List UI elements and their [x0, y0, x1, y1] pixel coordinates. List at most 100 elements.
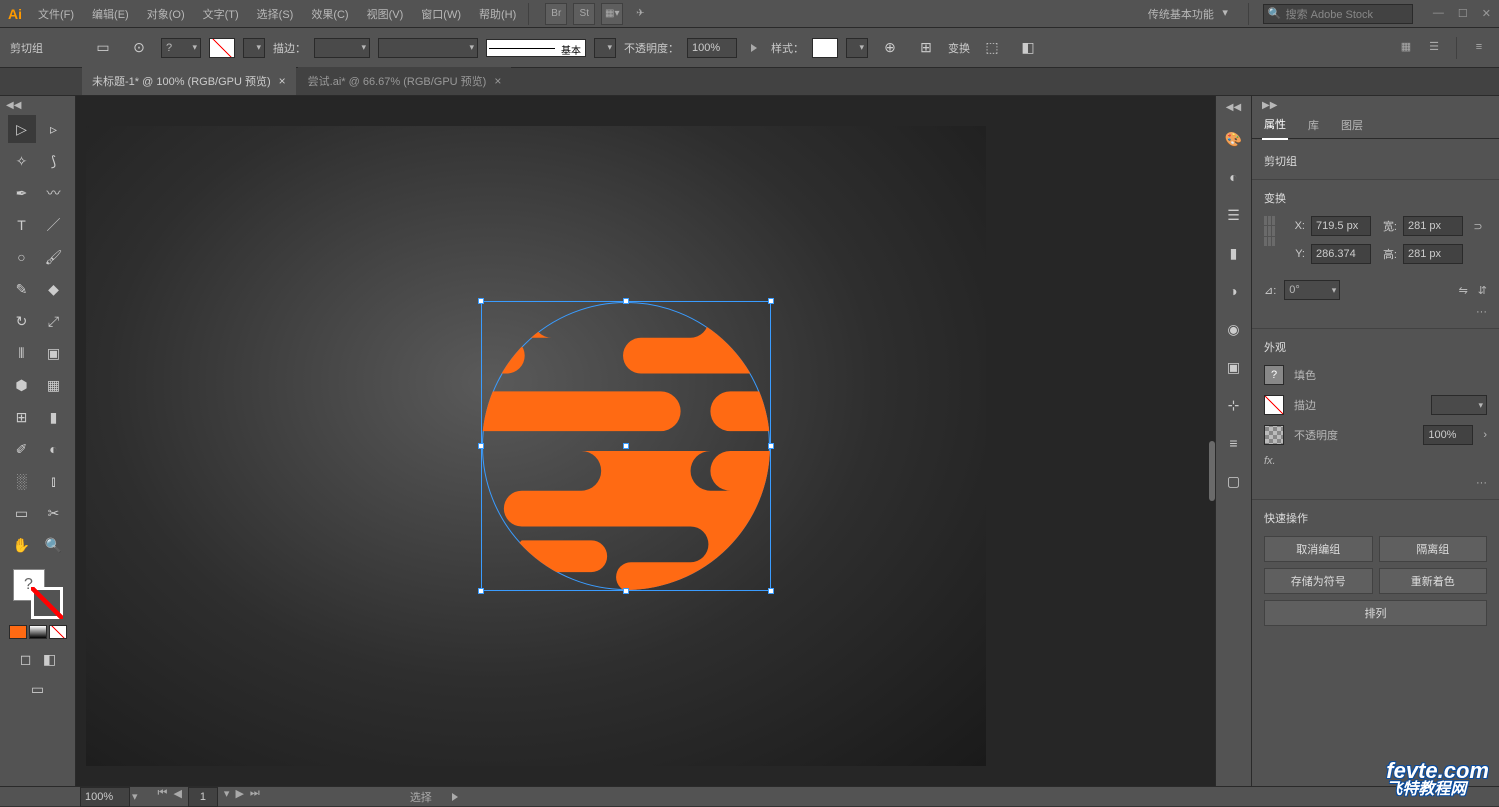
- link-wh-icon[interactable]: ⊃: [1469, 220, 1487, 233]
- workspace-switcher[interactable]: 传统基本功能: [1142, 2, 1234, 26]
- color-mode-icon[interactable]: [9, 625, 27, 639]
- opacity-flyout-icon[interactable]: ›: [1483, 429, 1487, 441]
- gradient-panel-icon[interactable]: ▮: [1222, 241, 1246, 265]
- close-button[interactable]: ✕: [1482, 7, 1491, 20]
- zoom-tool-icon[interactable]: 🔍: [40, 531, 68, 559]
- stroke-swatch-mini[interactable]: [1264, 395, 1284, 415]
- menu-edit[interactable]: 编辑(E): [84, 0, 137, 28]
- color-panel-icon[interactable]: 🎨: [1222, 127, 1246, 151]
- stroke-profile-preview[interactable]: 基本: [486, 39, 586, 57]
- handle-tc[interactable]: [623, 298, 629, 304]
- flip-horizontal-icon[interactable]: ⇋: [1459, 284, 1468, 297]
- prev-artboard-icon[interactable]: ◀: [173, 787, 181, 807]
- question-dropdown[interactable]: ?: [161, 38, 201, 58]
- stroke-weight-dd[interactable]: [1431, 395, 1487, 415]
- line-tool-icon[interactable]: ／: [40, 211, 68, 239]
- angle-dropdown[interactable]: 0°: [1284, 280, 1340, 300]
- shape-icon[interactable]: ⬚: [978, 34, 1006, 62]
- pen-tool-icon[interactable]: ✒: [8, 179, 36, 207]
- save-symbol-button[interactable]: 存储为符号: [1264, 568, 1373, 594]
- appearance-panel-icon[interactable]: ◉: [1222, 317, 1246, 341]
- stroke-profile-dd[interactable]: [594, 38, 616, 58]
- search-input[interactable]: 🔍 搜索 Adobe Stock: [1263, 4, 1413, 24]
- appearance-options-icon[interactable]: ···: [1264, 477, 1487, 489]
- y-input[interactable]: [1311, 244, 1371, 264]
- paintbrush-tool-icon[interactable]: 🖌: [40, 243, 68, 271]
- gradient-tool-icon[interactable]: ▮: [40, 403, 68, 431]
- draw-behind-icon[interactable]: ◧: [39, 649, 61, 669]
- artboard-tool-icon[interactable]: ▭: [8, 499, 36, 527]
- pathfinder-panel-icon[interactable]: ▢: [1222, 469, 1246, 493]
- width-tool-icon[interactable]: ⫴: [8, 339, 36, 367]
- pencil-tool-icon[interactable]: ✎: [8, 275, 36, 303]
- align-panel-icon[interactable]: ≡: [1222, 431, 1246, 455]
- grid-view-icon[interactable]: ▦: [1396, 37, 1416, 57]
- tab-library[interactable]: 库: [1306, 111, 1321, 139]
- shape-builder-tool-icon[interactable]: ⬢: [8, 371, 36, 399]
- isolate-group-button[interactable]: 隔离组: [1379, 536, 1488, 562]
- artboard-dd-icon[interactable]: ▾: [224, 787, 230, 807]
- stroke-swatch[interactable]: [209, 38, 235, 58]
- selection-tool-icon[interactable]: ▷: [8, 115, 36, 143]
- style-swatch[interactable]: [812, 38, 838, 58]
- panel-menu-icon[interactable]: ≡: [1469, 37, 1489, 57]
- minimize-button[interactable]: —: [1433, 7, 1444, 20]
- fx-label[interactable]: fx.: [1264, 455, 1276, 467]
- tab-document-1[interactable]: 未标题-1* @ 100% (RGB/GPU 预览) ×: [82, 67, 296, 95]
- lasso-tool-icon[interactable]: ⟆: [40, 147, 68, 175]
- symbol-sprayer-tool-icon[interactable]: ░: [8, 467, 36, 495]
- isolate-icon[interactable]: ◧: [1014, 34, 1042, 62]
- arrange-button[interactable]: 排列: [1264, 600, 1487, 626]
- status-flyout-icon[interactable]: [452, 793, 458, 801]
- screen-mode-icon[interactable]: ▭: [27, 679, 49, 699]
- align-icon[interactable]: ⊙: [125, 34, 153, 62]
- handle-mr[interactable]: [768, 443, 774, 449]
- menu-window[interactable]: 窗口(W): [413, 0, 469, 28]
- first-artboard-icon[interactable]: ⏮: [158, 787, 168, 807]
- selection-bounding-box[interactable]: [481, 301, 771, 591]
- transform-options-icon[interactable]: ···: [1264, 306, 1487, 318]
- menu-file[interactable]: 文件(F): [30, 0, 82, 28]
- handle-br[interactable]: [768, 588, 774, 594]
- tab-layers[interactable]: 图层: [1339, 111, 1365, 139]
- fill-stroke-control[interactable]: ?: [13, 569, 63, 619]
- ungroup-button[interactable]: 取消编组: [1264, 536, 1373, 562]
- opacity-input[interactable]: [687, 38, 737, 58]
- eyedropper-tool-icon[interactable]: ✐: [8, 435, 36, 463]
- flip-vertical-icon[interactable]: ⇵: [1478, 284, 1487, 297]
- tab-close-icon[interactable]: ×: [279, 74, 286, 88]
- recolor-button[interactable]: 重新着色: [1379, 568, 1488, 594]
- transform-panel-icon[interactable]: ⊹: [1222, 393, 1246, 417]
- dock-collapse-icon[interactable]: ◀◀: [1226, 102, 1241, 113]
- slice-tool-icon[interactable]: ✂: [40, 499, 68, 527]
- zoom-dd-icon[interactable]: ▾: [132, 790, 138, 803]
- x-input[interactable]: [1311, 216, 1371, 236]
- free-transform-tool-icon[interactable]: ▣: [40, 339, 68, 367]
- menu-select[interactable]: 选择(S): [249, 0, 302, 28]
- magic-wand-tool-icon[interactable]: ✧: [8, 147, 36, 175]
- recolor-icon[interactable]: ⊕: [876, 34, 904, 62]
- maximize-button[interactable]: ☐: [1458, 7, 1468, 20]
- menu-object[interactable]: 对象(O): [139, 0, 193, 28]
- rotate-tool-icon[interactable]: ↻: [8, 307, 36, 335]
- scale-tool-icon[interactable]: ⤢: [40, 307, 68, 335]
- perspective-tool-icon[interactable]: ▦: [40, 371, 68, 399]
- handle-bc[interactable]: [623, 588, 629, 594]
- stroke-panel-icon[interactable]: ☰: [1222, 203, 1246, 227]
- canvas-area[interactable]: [76, 96, 1215, 786]
- handle-tr[interactable]: [768, 298, 774, 304]
- handle-ml[interactable]: [478, 443, 484, 449]
- transparency-panel-icon[interactable]: ◑: [1222, 279, 1246, 303]
- stock-button[interactable]: St: [573, 3, 595, 25]
- menu-view[interactable]: 视图(V): [359, 0, 412, 28]
- color-guide-panel-icon[interactable]: ◐: [1222, 165, 1246, 189]
- handle-bl[interactable]: [478, 588, 484, 594]
- tab-properties[interactable]: 属性: [1262, 110, 1288, 140]
- ellipse-tool-icon[interactable]: ○: [8, 243, 36, 271]
- align-panel-icon[interactable]: ⊞: [912, 34, 940, 62]
- hand-tool-icon[interactable]: ✋: [8, 531, 36, 559]
- group-select-icon[interactable]: ▭: [89, 34, 117, 62]
- graph-tool-icon[interactable]: ⫾: [40, 467, 68, 495]
- menu-help[interactable]: 帮助(H): [471, 0, 524, 28]
- eraser-tool-icon[interactable]: ◆: [40, 275, 68, 303]
